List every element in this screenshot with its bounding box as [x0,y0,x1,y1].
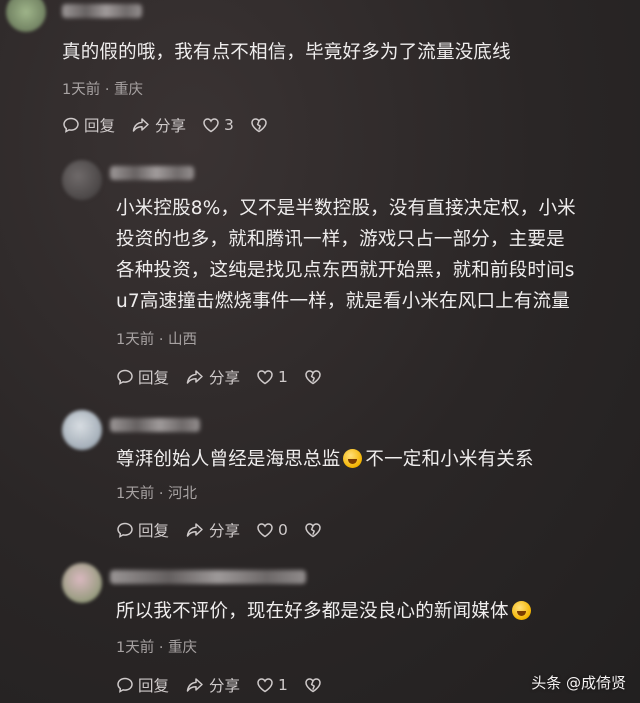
like-count: 3 [224,116,234,134]
comment-meta: 1天前 · 山西 [116,332,198,348]
comment-text-part: 尊湃创始人曾经是海思总监 [116,449,341,470]
share-button[interactable]: 分享 [185,519,240,541]
comment-bubble-icon [117,677,133,693]
avatar[interactable] [6,0,46,32]
comment-text: 所以我不评价，现在好多都是没良心的新闻媒体 [116,596,534,627]
avatar[interactable] [62,563,102,603]
heart-icon [257,523,273,538]
comment-actions: 回复 分享 1 [116,366,342,388]
share-label: 分享 [209,677,241,695]
heart-icon [257,678,273,693]
like-count: 0 [278,521,288,539]
comment-text: 真的假的哦，我有点不相信，毕竟好多为了流量没底线 [62,42,511,63]
reply-button[interactable]: 回复 [116,519,169,541]
broken-heart-icon [305,523,321,538]
share-button[interactable]: 分享 [185,674,240,696]
comment-text-part: 不一定和小米有关系 [365,449,534,470]
watermark: 头条 @成倚贤 [531,674,626,692]
heart-icon [203,118,219,133]
broken-heart-icon [305,678,321,693]
comment-line: 投资的也多，就和腾讯一样，游戏只占一部分，主要是 [116,229,565,250]
broken-heart-icon [251,118,267,133]
share-label: 分享 [209,369,241,387]
share-arrow-icon [186,523,203,537]
comment-line: 小米控股8%，又不是半数控股，没有直接决定权，小米 [116,198,576,219]
like-button[interactable]: 1 [256,368,288,386]
comment-text-part: 所以我不评价，现在好多都是没良心的新闻媒体 [116,601,509,622]
comment-actions: 回复 分享 3 [62,114,288,136]
heart-icon [257,370,273,385]
username-blurred [62,4,142,18]
laughing-tears-emoji-icon [343,449,363,468]
reply-label: 回复 [84,117,116,135]
like-count: 1 [278,676,288,694]
comment-line: 各种投资，这纯是找见点东西就开始黑，就和前段时间s [116,260,575,281]
like-button[interactable]: 3 [202,116,234,134]
share-arrow-icon [186,370,203,384]
reply-button[interactable]: 回复 [62,114,115,136]
reply-label: 回复 [138,369,170,387]
avatar[interactable] [62,410,102,450]
comment-text: 小米控股8%，又不是半数控股，没有直接决定权，小米 投资的也多，就和腾讯一样，游… [116,193,576,317]
comment-bubble-icon [117,369,133,385]
comment-actions: 回复 分享 0 [116,519,342,541]
like-button[interactable]: 0 [256,521,288,539]
comment-bubble-icon [63,117,79,133]
laughing-tears-emoji-icon [511,601,531,620]
comment-bubble-icon [117,522,133,538]
reply-button[interactable]: 回复 [116,366,169,388]
avatar[interactable] [62,160,102,200]
reply-button[interactable]: 回复 [116,674,169,696]
dislike-button[interactable] [304,522,326,538]
username-blurred [110,418,200,432]
broken-heart-icon [305,370,321,385]
share-arrow-icon [132,118,149,132]
dislike-button[interactable] [304,369,326,385]
like-button[interactable]: 1 [256,676,288,694]
dislike-button[interactable] [250,117,272,133]
share-arrow-icon [186,678,203,692]
share-button[interactable]: 分享 [185,366,240,388]
username-blurred [110,570,306,584]
share-label: 分享 [155,117,187,135]
username-blurred [110,166,194,180]
share-button[interactable]: 分享 [131,114,186,136]
comment-meta: 1天前 · 重庆 [116,640,198,656]
comment-line: u7高速撞击燃烧事件一样，就是看小米在风口上有流量 [116,291,570,312]
reply-label: 回复 [138,677,170,695]
comment-meta: 1天前 · 重庆 [62,82,144,98]
comment-actions: 回复 分享 1 [116,674,342,696]
comment-text: 尊湃创始人曾经是海思总监 不一定和小米有关系 [116,444,534,475]
like-count: 1 [278,368,288,386]
dislike-button[interactable] [304,677,326,693]
share-label: 分享 [209,522,241,540]
reply-label: 回复 [138,522,170,540]
comment-meta: 1天前 · 河北 [116,486,198,502]
